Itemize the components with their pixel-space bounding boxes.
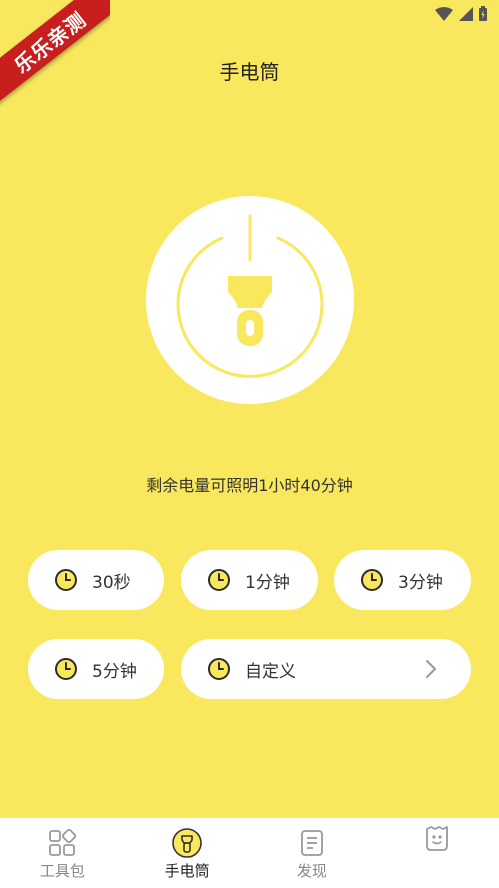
timer-label: 3分钟 bbox=[398, 572, 443, 593]
signal-icon bbox=[459, 6, 473, 21]
clock-icon bbox=[55, 658, 77, 680]
document-icon bbox=[300, 830, 323, 856]
clock-icon bbox=[361, 569, 383, 591]
tab-flashlight[interactable]: 手电筒 bbox=[125, 818, 250, 888]
timer-label: 5分钟 bbox=[92, 661, 137, 682]
timer-custom-button[interactable]: 自定义 bbox=[181, 639, 471, 699]
timer-3min-button[interactable]: 3分钟 bbox=[334, 550, 471, 610]
ribbon-text: 乐乐亲测 bbox=[0, 0, 110, 107]
flashlight-power-button[interactable] bbox=[146, 196, 354, 404]
timer-label: 自定义 bbox=[245, 661, 296, 682]
tab-label: 手电筒 bbox=[164, 862, 210, 880]
page-title: 手电筒 bbox=[219, 60, 280, 84]
tab-profile[interactable] bbox=[374, 818, 499, 888]
tab-discover[interactable]: 发现 bbox=[250, 818, 375, 888]
timer-1min-button[interactable]: 1分钟 bbox=[181, 550, 318, 610]
tab-toolbox[interactable]: 工具包 bbox=[0, 818, 125, 888]
bottom-tab-bar: 工具包 手电筒 发现 bbox=[0, 818, 499, 888]
timer-30s-button[interactable]: 30秒 bbox=[28, 550, 164, 610]
timer-label: 30秒 bbox=[92, 572, 131, 593]
toolbox-icon bbox=[49, 828, 77, 856]
wifi-icon bbox=[435, 6, 453, 21]
profile-icon bbox=[425, 826, 448, 851]
clock-icon bbox=[208, 658, 230, 680]
power-flashlight-icon bbox=[176, 214, 324, 378]
battery-remaining-text: 剩余电量可照明1小时40分钟 bbox=[146, 476, 353, 495]
timer-label: 1分钟 bbox=[245, 572, 290, 593]
clock-icon bbox=[55, 569, 77, 591]
flashlight-icon bbox=[172, 828, 202, 858]
status-bar-icons bbox=[435, 6, 487, 21]
timer-5min-button[interactable]: 5分钟 bbox=[28, 639, 164, 699]
tab-label: 工具包 bbox=[39, 862, 85, 880]
battery-icon bbox=[479, 6, 487, 21]
chevron-right-icon bbox=[426, 660, 436, 678]
tab-label: 发现 bbox=[296, 862, 327, 880]
corner-ribbon: 乐乐亲测 bbox=[0, 0, 110, 110]
clock-icon bbox=[208, 569, 230, 591]
